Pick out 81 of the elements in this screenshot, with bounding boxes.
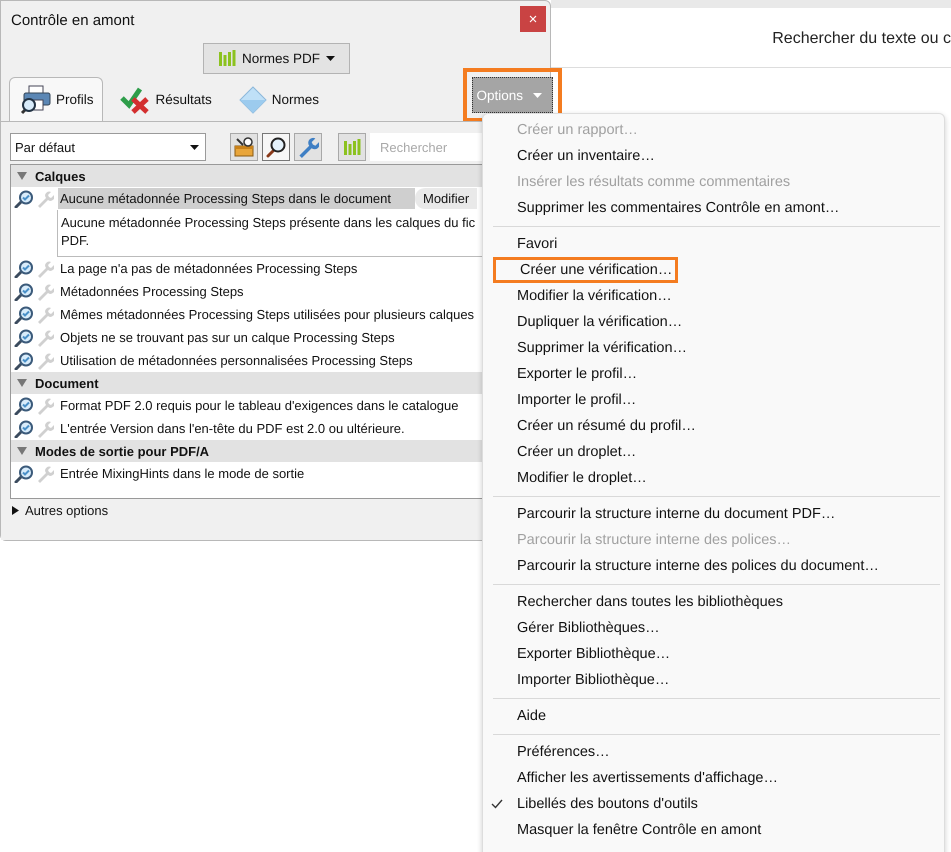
check-item[interactable]: Mêmes métadonnées Processing Steps utilisées pour plusieurs calques — [58, 304, 476, 325]
caret-icon — [326, 56, 335, 60]
more-options-toggle[interactable]: Autres options — [12, 502, 108, 518]
check-item[interactable]: L'entrée Version dans l'en-tête du PDF est 2.0 ou ultérieure. — [58, 418, 407, 439]
menu-item[interactable]: Parcourir la structure interne du document PDF… — [517, 504, 836, 524]
menu-item[interactable]: Importer le profil… — [517, 390, 636, 410]
caret-icon — [190, 144, 199, 150]
check-item[interactable]: Objets ne se trouvant pas sur un calque Processing Steps — [58, 327, 397, 348]
toolbar-button[interactable] — [230, 133, 258, 161]
toolbox-icon — [233, 136, 255, 158]
wrench-icon — [36, 190, 54, 208]
close-button[interactable]: × — [520, 6, 546, 32]
magnifier-icon — [14, 282, 34, 300]
menu-item[interactable]: Aide — [517, 706, 546, 726]
menu-item[interactable]: Supprimer les commentaires Contrôle en amont… — [517, 198, 840, 218]
menu-item[interactable]: Supprimer la vérification… — [517, 338, 688, 358]
magnifier-icon — [14, 190, 34, 208]
wrench-icon — [36, 306, 54, 324]
menu-item[interactable]: Créer une vérification… — [520, 260, 672, 280]
wrench-icon — [36, 260, 54, 278]
library-button[interactable]: Normes PDF — [202, 42, 350, 74]
search-prompt: Rechercher du texte ou c — [772, 30, 951, 48]
toolbar-button[interactable] — [262, 133, 290, 161]
search-icon — [265, 136, 287, 158]
menu-item[interactable]: Rechercher dans toutes les bibliothèques — [517, 592, 783, 612]
menu-item[interactable]: Exporter Bibliothèque… — [517, 644, 670, 664]
printer-icon — [18, 84, 52, 114]
menu-item[interactable]: Favori — [517, 234, 558, 254]
menu-item[interactable]: Modifier le droplet… — [517, 468, 647, 488]
panel-title: Contrôle en amont — [11, 12, 134, 28]
wrench-icon — [36, 282, 54, 300]
menu-item[interactable]: Afficher les avertissements d'affichage… — [517, 768, 778, 788]
profile-dropdown[interactable]: Par défaut — [10, 133, 206, 161]
check-item[interactable]: Métadonnées Processing Steps — [58, 281, 246, 302]
menu-item[interactable]: Gérer Bibliothèques… — [517, 618, 660, 638]
edit-button[interactable]: Modifier — [415, 188, 478, 209]
tab[interactable]: Profils — [9, 77, 103, 121]
menu-item[interactable]: Libellés des boutons d'outils — [517, 794, 698, 814]
check-description: PDF. — [61, 232, 90, 250]
bars-icon — [343, 138, 361, 156]
group-header: Document — [35, 376, 99, 390]
check-item[interactable]: Format PDF 2.0 requis pour le tableau d'exigences dans le catalogue — [58, 395, 460, 416]
magnifier-icon — [14, 396, 34, 414]
wrench-icon — [297, 136, 319, 158]
bars-icon — [218, 49, 236, 67]
triangle-icon[interactable] — [17, 446, 27, 456]
magnifier-icon — [14, 464, 34, 482]
tab[interactable]: Normes — [228, 77, 328, 121]
magnifier-icon — [14, 328, 34, 346]
check-item[interactable]: Entrée MixingHints dans le mode de sortie — [58, 463, 306, 484]
check-item[interactable]: La page n'a pas de métadonnées Processing Steps — [58, 258, 360, 279]
menu-item[interactable]: Créer un droplet… — [517, 442, 636, 462]
group-header: Modes de sortie pour PDF/A — [35, 444, 210, 458]
magnifier-icon — [14, 260, 34, 278]
menu-item[interactable]: Créer un inventaire… — [517, 146, 655, 166]
check-item[interactable]: Utilisation de métadonnées personnalisées Processing Steps — [58, 350, 415, 371]
wrench-icon — [36, 328, 54, 346]
wrench-icon — [36, 420, 54, 438]
wrench-icon — [36, 352, 54, 370]
menu-item[interactable]: Créer un résumé du profil… — [517, 416, 696, 436]
group-header: Calques — [35, 168, 86, 184]
menu-item[interactable]: Exporter le profil… — [517, 364, 638, 384]
triangle-icon[interactable] — [17, 171, 27, 181]
library-toolbar-button[interactable] — [338, 133, 366, 161]
tab[interactable]: Résultats — [110, 77, 221, 121]
wrench-icon — [36, 464, 54, 482]
wrench-icon — [36, 396, 54, 414]
menu-item[interactable]: Dupliquer la vérification… — [517, 312, 682, 332]
magnifier-icon — [14, 420, 34, 438]
menu-item[interactable]: Modifier la vérification… — [517, 286, 672, 306]
caret-icon — [533, 92, 542, 98]
menu-item[interactable]: Préférences… — [517, 742, 610, 762]
check-description: Aucune métadonnée Processing Steps présente dans les calques du fic — [61, 214, 476, 232]
menu-item[interactable]: Importer Bibliothèque… — [517, 670, 670, 690]
check-item[interactable]: Aucune métadonnée Processing Steps dans le document — [58, 188, 415, 209]
menu-item[interactable]: Parcourir la structure interne des polices du document… — [517, 556, 879, 576]
magnifier-icon — [14, 306, 34, 324]
diamond-icon — [238, 86, 268, 114]
magnifier-icon — [14, 352, 34, 370]
triangle-icon[interactable] — [17, 378, 27, 388]
menu-item[interactable]: Masquer la fenêtre Contrôle en amont — [517, 820, 762, 840]
